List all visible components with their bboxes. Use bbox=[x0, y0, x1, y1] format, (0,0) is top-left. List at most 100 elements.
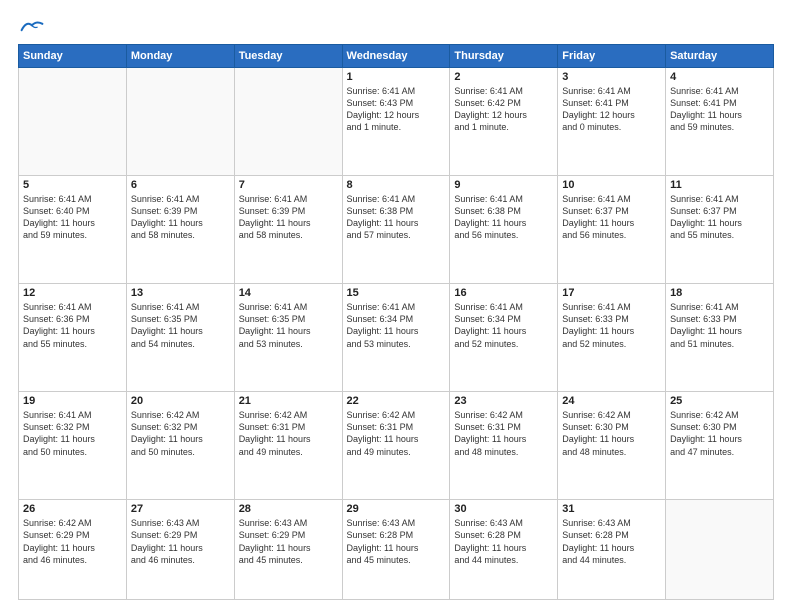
cell-content: Sunrise: 6:41 AMSunset: 6:35 PMDaylight:… bbox=[131, 301, 230, 350]
weekday-header-row: SundayMondayTuesdayWednesdayThursdayFrid… bbox=[19, 45, 774, 68]
day-number: 19 bbox=[23, 395, 122, 407]
day-number: 30 bbox=[454, 503, 553, 515]
cell-content: Sunrise: 6:43 AMSunset: 6:29 PMDaylight:… bbox=[131, 517, 230, 566]
calendar-cell bbox=[234, 68, 342, 176]
day-number: 22 bbox=[347, 395, 446, 407]
cell-content: Sunrise: 6:41 AMSunset: 6:41 PMDaylight:… bbox=[562, 85, 661, 134]
day-number: 27 bbox=[131, 503, 230, 515]
cell-content: Sunrise: 6:41 AMSunset: 6:33 PMDaylight:… bbox=[670, 301, 769, 350]
cell-content: Sunrise: 6:41 AMSunset: 6:42 PMDaylight:… bbox=[454, 85, 553, 134]
logo-bird-icon bbox=[20, 18, 44, 36]
cell-content: Sunrise: 6:41 AMSunset: 6:43 PMDaylight:… bbox=[347, 85, 446, 134]
calendar-cell: 27 Sunrise: 6:43 AMSunset: 6:29 PMDayligh… bbox=[126, 500, 234, 600]
day-number: 17 bbox=[562, 287, 661, 299]
logo bbox=[18, 16, 44, 34]
cell-content: Sunrise: 6:42 AMSunset: 6:30 PMDaylight:… bbox=[562, 409, 661, 458]
calendar-cell: 15 Sunrise: 6:41 AMSunset: 6:34 PMDayligh… bbox=[342, 284, 450, 392]
day-number: 16 bbox=[454, 287, 553, 299]
calendar-cell: 16 Sunrise: 6:41 AMSunset: 6:34 PMDayligh… bbox=[450, 284, 558, 392]
weekday-header-saturday: Saturday bbox=[666, 45, 774, 68]
calendar-cell: 12 Sunrise: 6:41 AMSunset: 6:36 PMDayligh… bbox=[19, 284, 127, 392]
cell-content: Sunrise: 6:41 AMSunset: 6:39 PMDaylight:… bbox=[131, 193, 230, 242]
day-number: 6 bbox=[131, 179, 230, 191]
day-number: 23 bbox=[454, 395, 553, 407]
cell-content: Sunrise: 6:41 AMSunset: 6:37 PMDaylight:… bbox=[670, 193, 769, 242]
calendar-cell: 25 Sunrise: 6:42 AMSunset: 6:30 PMDayligh… bbox=[666, 392, 774, 500]
day-number: 5 bbox=[23, 179, 122, 191]
calendar-cell: 29 Sunrise: 6:43 AMSunset: 6:28 PMDayligh… bbox=[342, 500, 450, 600]
cell-content: Sunrise: 6:41 AMSunset: 6:33 PMDaylight:… bbox=[562, 301, 661, 350]
calendar-cell: 11Sunrise: 6:41 AMSunset: 6:37 PMDayligh… bbox=[666, 176, 774, 284]
calendar-week-3: 19Sunrise: 6:41 AMSunset: 6:32 PMDayligh… bbox=[19, 392, 774, 500]
calendar-cell: 21 Sunrise: 6:42 AMSunset: 6:31 PMDayligh… bbox=[234, 392, 342, 500]
calendar-cell: 23 Sunrise: 6:42 AMSunset: 6:31 PMDayligh… bbox=[450, 392, 558, 500]
day-number: 12 bbox=[23, 287, 122, 299]
calendar-cell bbox=[19, 68, 127, 176]
cell-content: Sunrise: 6:41 AMSunset: 6:38 PMDaylight:… bbox=[347, 193, 446, 242]
calendar-cell: 8Sunrise: 6:41 AMSunset: 6:38 PMDaylight… bbox=[342, 176, 450, 284]
calendar-cell bbox=[666, 500, 774, 600]
calendar-cell: 13 Sunrise: 6:41 AMSunset: 6:35 PMDayligh… bbox=[126, 284, 234, 392]
day-number: 7 bbox=[239, 179, 338, 191]
day-number: 10 bbox=[562, 179, 661, 191]
cell-content: Sunrise: 6:41 AMSunset: 6:40 PMDaylight:… bbox=[23, 193, 122, 242]
day-number: 9 bbox=[454, 179, 553, 191]
page: SundayMondayTuesdayWednesdayThursdayFrid… bbox=[0, 0, 792, 612]
calendar-cell: 1 Sunrise: 6:41 AMSunset: 6:43 PMDaylight… bbox=[342, 68, 450, 176]
cell-content: Sunrise: 6:43 AMSunset: 6:28 PMDaylight:… bbox=[347, 517, 446, 566]
day-number: 1 bbox=[347, 71, 446, 83]
cell-content: Sunrise: 6:41 AMSunset: 6:38 PMDaylight:… bbox=[454, 193, 553, 242]
day-number: 14 bbox=[239, 287, 338, 299]
day-number: 25 bbox=[670, 395, 769, 407]
weekday-header-tuesday: Tuesday bbox=[234, 45, 342, 68]
weekday-header-thursday: Thursday bbox=[450, 45, 558, 68]
day-number: 29 bbox=[347, 503, 446, 515]
calendar-cell: 28 Sunrise: 6:43 AMSunset: 6:29 PMDayligh… bbox=[234, 500, 342, 600]
day-number: 26 bbox=[23, 503, 122, 515]
weekday-header-sunday: Sunday bbox=[19, 45, 127, 68]
calendar-cell: 24 Sunrise: 6:42 AMSunset: 6:30 PMDayligh… bbox=[558, 392, 666, 500]
calendar-cell: 18Sunrise: 6:41 AMSunset: 6:33 PMDayligh… bbox=[666, 284, 774, 392]
calendar-cell: 6 Sunrise: 6:41 AMSunset: 6:39 PMDaylight… bbox=[126, 176, 234, 284]
day-number: 3 bbox=[562, 71, 661, 83]
calendar-cell: 30Sunrise: 6:43 AMSunset: 6:28 PMDayligh… bbox=[450, 500, 558, 600]
calendar-cell: 4Sunrise: 6:41 AMSunset: 6:41 PMDaylight… bbox=[666, 68, 774, 176]
cell-content: Sunrise: 6:43 AMSunset: 6:28 PMDaylight:… bbox=[562, 517, 661, 566]
header bbox=[18, 16, 774, 34]
calendar-cell: 22 Sunrise: 6:42 AMSunset: 6:31 PMDayligh… bbox=[342, 392, 450, 500]
cell-content: Sunrise: 6:41 AMSunset: 6:41 PMDaylight:… bbox=[670, 85, 769, 134]
cell-content: Sunrise: 6:41 AMSunset: 6:35 PMDaylight:… bbox=[239, 301, 338, 350]
weekday-header-friday: Friday bbox=[558, 45, 666, 68]
cell-content: Sunrise: 6:43 AMSunset: 6:29 PMDaylight:… bbox=[239, 517, 338, 566]
calendar-cell: 14 Sunrise: 6:41 AMSunset: 6:35 PMDayligh… bbox=[234, 284, 342, 392]
day-number: 21 bbox=[239, 395, 338, 407]
calendar-cell: 7Sunrise: 6:41 AMSunset: 6:39 PMDaylight… bbox=[234, 176, 342, 284]
day-number: 13 bbox=[131, 287, 230, 299]
calendar-week-2: 12 Sunrise: 6:41 AMSunset: 6:36 PMDayligh… bbox=[19, 284, 774, 392]
day-number: 24 bbox=[562, 395, 661, 407]
cell-content: Sunrise: 6:42 AMSunset: 6:31 PMDaylight:… bbox=[347, 409, 446, 458]
cell-content: Sunrise: 6:42 AMSunset: 6:32 PMDaylight:… bbox=[131, 409, 230, 458]
day-number: 20 bbox=[131, 395, 230, 407]
calendar-cell: 3 Sunrise: 6:41 AMSunset: 6:41 PMDaylight… bbox=[558, 68, 666, 176]
calendar-cell: 26 Sunrise: 6:42 AMSunset: 6:29 PMDayligh… bbox=[19, 500, 127, 600]
calendar-week-4: 26 Sunrise: 6:42 AMSunset: 6:29 PMDayligh… bbox=[19, 500, 774, 600]
calendar-cell: 31 Sunrise: 6:43 AMSunset: 6:28 PMDayligh… bbox=[558, 500, 666, 600]
day-number: 31 bbox=[562, 503, 661, 515]
calendar-cell: 20 Sunrise: 6:42 AMSunset: 6:32 PMDayligh… bbox=[126, 392, 234, 500]
calendar-cell: 2 Sunrise: 6:41 AMSunset: 6:42 PMDaylight… bbox=[450, 68, 558, 176]
day-number: 15 bbox=[347, 287, 446, 299]
cell-content: Sunrise: 6:41 AMSunset: 6:36 PMDaylight:… bbox=[23, 301, 122, 350]
calendar-cell: 19Sunrise: 6:41 AMSunset: 6:32 PMDayligh… bbox=[19, 392, 127, 500]
cell-content: Sunrise: 6:42 AMSunset: 6:31 PMDaylight:… bbox=[454, 409, 553, 458]
cell-content: Sunrise: 6:42 AMSunset: 6:30 PMDaylight:… bbox=[670, 409, 769, 458]
calendar-cell: 17 Sunrise: 6:41 AMSunset: 6:33 PMDayligh… bbox=[558, 284, 666, 392]
calendar-week-0: 1 Sunrise: 6:41 AMSunset: 6:43 PMDaylight… bbox=[19, 68, 774, 176]
day-number: 28 bbox=[239, 503, 338, 515]
calendar-week-1: 5 Sunrise: 6:41 AMSunset: 6:40 PMDaylight… bbox=[19, 176, 774, 284]
cell-content: Sunrise: 6:42 AMSunset: 6:31 PMDaylight:… bbox=[239, 409, 338, 458]
cell-content: Sunrise: 6:41 AMSunset: 6:34 PMDaylight:… bbox=[454, 301, 553, 350]
cell-content: Sunrise: 6:41 AMSunset: 6:34 PMDaylight:… bbox=[347, 301, 446, 350]
day-number: 2 bbox=[454, 71, 553, 83]
cell-content: Sunrise: 6:42 AMSunset: 6:29 PMDaylight:… bbox=[23, 517, 122, 566]
